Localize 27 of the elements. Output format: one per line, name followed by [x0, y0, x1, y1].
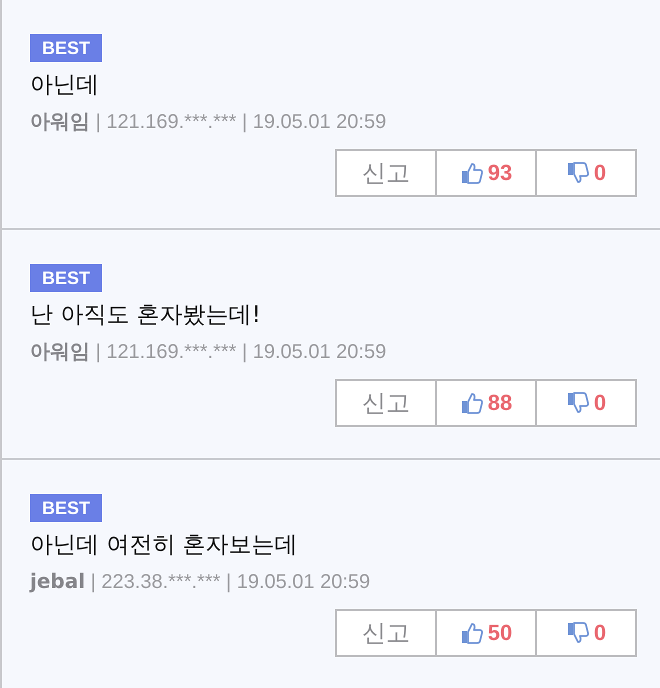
comment-author: 아워임 [30, 109, 90, 133]
best-badge: BEST [30, 264, 102, 292]
comment-author: jebal [30, 569, 86, 593]
thumbs-down-icon [566, 391, 590, 415]
comment-author: 아워임 [30, 339, 90, 363]
report-button[interactable]: 신고 [335, 609, 437, 657]
like-button[interactable]: 50 [435, 609, 537, 657]
comment-text: 아닌데 [30, 71, 99, 100]
report-button[interactable]: 신고 [335, 149, 437, 197]
dislike-button[interactable]: 0 [535, 149, 637, 197]
thumbs-up-icon [460, 621, 484, 645]
best-badge: BEST [30, 34, 102, 62]
dislike-button[interactable]: 0 [535, 609, 637, 657]
comment-text: 아닌데 여전히 혼자보는데 [30, 531, 298, 560]
comment-text: 난 아직도 혼자봤는데! [30, 301, 261, 330]
comment-info: | 121.169.***.*** | 19.05.01 20:59 [96, 111, 386, 133]
comment-info: | 223.38.***.*** | 19.05.01 20:59 [90, 571, 370, 593]
thumbs-down-icon [566, 161, 590, 185]
report-button[interactable]: 신고 [335, 379, 437, 427]
thumbs-up-icon [460, 391, 484, 415]
thumbs-down-icon [566, 621, 590, 645]
like-button[interactable]: 88 [435, 379, 537, 427]
comment-info: | 121.169.***.*** | 19.05.01 20:59 [96, 341, 386, 363]
thumbs-up-icon [460, 161, 484, 185]
best-badge: BEST [30, 494, 102, 522]
like-button[interactable]: 93 [435, 149, 537, 197]
dislike-button[interactable]: 0 [535, 379, 637, 427]
